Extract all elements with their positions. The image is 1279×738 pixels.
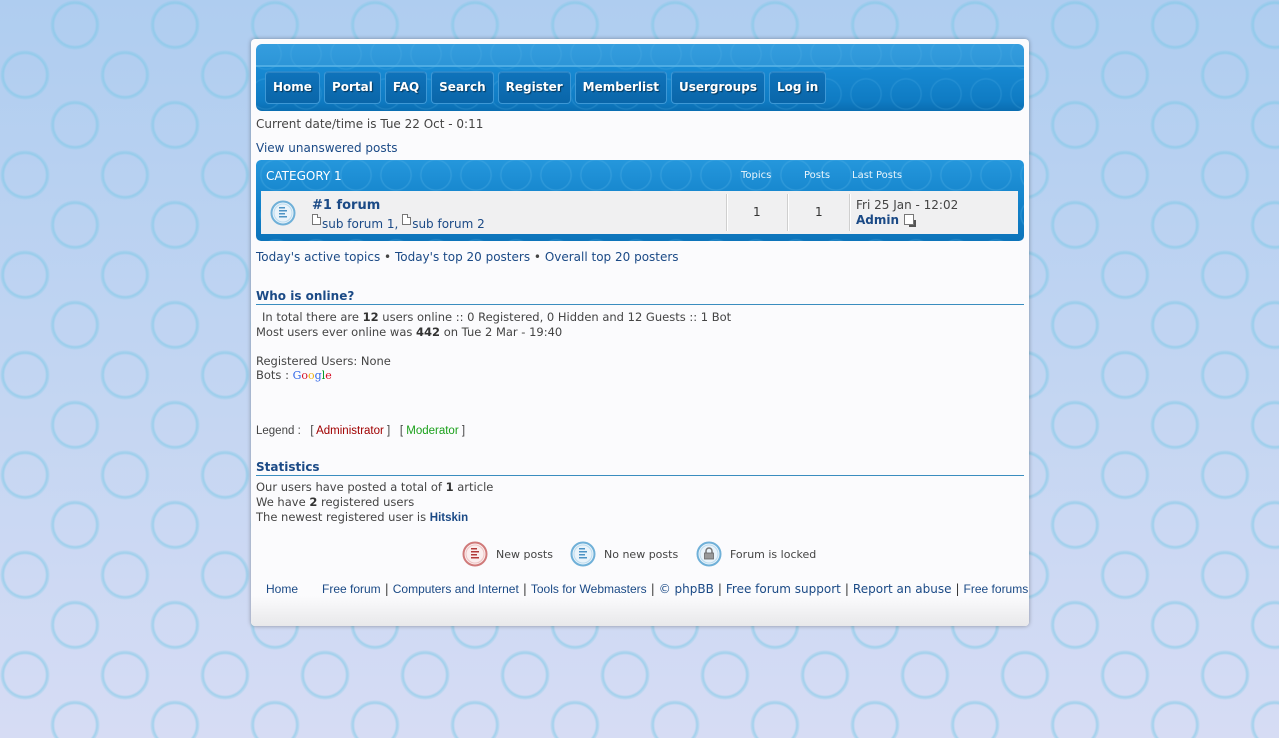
footer-report-abuse-link[interactable]: Report an abuse: [853, 582, 952, 596]
nav-usergroups[interactable]: Usergroups: [670, 71, 765, 104]
bots-label: Bots :: [256, 368, 293, 382]
record-count: 442: [416, 325, 441, 339]
forum-locked-label: Forum is locked: [730, 547, 817, 561]
last-post-date: Fri 25 Jan - 12:02: [856, 198, 959, 212]
nav-portal[interactable]: Portal: [323, 71, 381, 104]
record-online-line: Most users ever online was 442 on Tue 2 …: [256, 325, 562, 339]
footer-separator: |: [844, 582, 849, 596]
who-is-online-heading[interactable]: Who is online?: [256, 289, 1024, 305]
footer-support-link[interactable]: Free forum support: [726, 582, 841, 596]
subforum-separator: ,: [394, 217, 399, 231]
moderator-group-link[interactable]: Moderator: [406, 425, 458, 437]
posts-count: 1: [815, 205, 823, 219]
new-posts-icon: [462, 541, 488, 567]
last-post-user[interactable]: Admin: [856, 213, 899, 227]
footer-free-forums-link[interactable]: Free forums: [964, 582, 1029, 596]
administrator-group-link[interactable]: Administrator: [316, 425, 384, 437]
footer-home-link-wrap: Home: [266, 582, 298, 596]
nav-home[interactable]: Home: [265, 71, 320, 104]
legend-no-new-posts: No new posts: [570, 541, 678, 567]
nav-search[interactable]: Search: [431, 71, 494, 104]
registered-users-line: Registered Users: None: [256, 354, 391, 368]
cell-divider: [726, 194, 728, 231]
subforum-icon: [312, 214, 321, 225]
subforum-icon: [402, 214, 412, 225]
new-posts-label: New posts: [496, 547, 553, 561]
forum-row: #1 forum sub forum 1, sub forum 2 1 1 Fr…: [261, 191, 1018, 234]
legend-new-posts: New posts: [462, 541, 553, 567]
no-new-posts-label: No new posts: [604, 547, 679, 561]
no-new-posts-icon: [270, 200, 296, 226]
view-unanswered-link[interactable]: View unanswered posts: [256, 141, 398, 155]
stats-users-suffix: registered users: [317, 495, 415, 509]
subforum-link-1[interactable]: sub forum 1: [322, 217, 395, 231]
nav-register[interactable]: Register: [497, 71, 571, 104]
record-text: Most users ever online was: [256, 325, 417, 339]
footer-separator: |: [650, 582, 655, 596]
footer-home-link[interactable]: Home: [266, 582, 298, 596]
statistics-heading: Statistics: [256, 460, 1024, 476]
online-count: 12: [362, 310, 379, 324]
footer-phpbb-link[interactable]: © phpBB: [659, 582, 714, 596]
category-title[interactable]: CATEGORY 1: [266, 169, 342, 183]
page-bottom-band: [251, 596, 1029, 626]
legend-label: Legend :: [256, 425, 301, 437]
page-container: Home Portal FAQ Search Register Memberli…: [251, 39, 1029, 626]
quick-links: Today's active topics • Today's top 20 p…: [256, 250, 679, 264]
bot-google-link[interactable]: Google: [293, 369, 332, 382]
footer-separator: |: [717, 582, 722, 596]
stats-users-line: We have 2 registered users: [256, 495, 414, 509]
todays-top-posters-link[interactable]: Today's top 20 posters: [395, 250, 530, 264]
main-nav: Home Portal FAQ Search Register Memberli…: [265, 71, 827, 104]
newest-user-link[interactable]: Hitskin: [430, 512, 468, 524]
subforum-list: sub forum 1, sub forum 2: [312, 214, 485, 231]
go-to-last-post-icon[interactable]: [904, 214, 915, 225]
nav-login[interactable]: Log in: [768, 71, 827, 104]
todays-active-topics-link[interactable]: Today's active topics: [256, 250, 380, 264]
nav-faq[interactable]: FAQ: [384, 71, 428, 104]
last-post-info: Admin: [856, 213, 915, 227]
stats-newest-line: The newest registered user is Hitskin: [256, 510, 468, 524]
cell-divider: [787, 194, 789, 231]
forum-link[interactable]: #1 forum: [312, 198, 380, 213]
no-new-posts-icon: [570, 541, 596, 567]
column-topics: Topics: [741, 170, 772, 181]
group-legend: Legend : [ Administrator ] [ Moderator ]: [256, 425, 466, 437]
lock-icon: [696, 541, 722, 567]
bots-line: Bots : Google: [256, 368, 332, 382]
category-table: CATEGORY 1 Topics Posts Last Posts #1 fo…: [256, 160, 1024, 241]
stats-newest-text: The newest registered user is: [256, 510, 430, 524]
online-text: In total there are: [262, 310, 363, 324]
record-date: on Tue 2 Mar - 19:40: [440, 325, 563, 339]
footer-separator: |: [955, 582, 960, 596]
column-posts: Posts: [804, 170, 831, 181]
stats-users-text: We have: [256, 495, 310, 509]
column-last-posts: Last Posts: [852, 170, 903, 181]
footer-separator: |: [522, 582, 527, 596]
nav-memberlist[interactable]: Memberlist: [574, 71, 667, 104]
footer-tools-webmasters-link[interactable]: Tools for Webmasters: [531, 582, 647, 596]
stats-posts-count: 1: [445, 480, 454, 494]
overall-top-posters-link[interactable]: Overall top 20 posters: [545, 250, 679, 264]
bullet-separator: •: [533, 250, 541, 264]
subforum-link-2[interactable]: sub forum 2: [412, 217, 485, 231]
footer-links: Free forum | Computers and Internet | Tools …: [322, 582, 1028, 596]
bullet-separator: •: [384, 250, 392, 264]
online-total-line: In total there are 12 users online :: 0 …: [262, 310, 731, 324]
stats-posts-suffix: article: [453, 480, 494, 494]
footer-computers-internet-link[interactable]: Computers and Internet: [393, 582, 519, 596]
cell-divider: [849, 194, 851, 231]
header-bar: Home Portal FAQ Search Register Memberli…: [256, 44, 1024, 111]
legend-forum-locked: Forum is locked: [696, 541, 816, 567]
online-breakdown: users online :: 0 Registered, 0 Hidden a…: [378, 310, 732, 324]
stats-posts-text: Our users have posted a total of: [256, 480, 446, 494]
topics-count: 1: [753, 205, 761, 219]
current-datetime: Current date/time is Tue 22 Oct - 0:11: [256, 117, 484, 131]
footer-free-forum-link[interactable]: Free forum: [322, 582, 381, 596]
stats-posts-line: Our users have posted a total of 1 artic…: [256, 480, 493, 494]
footer-separator: |: [384, 582, 389, 596]
